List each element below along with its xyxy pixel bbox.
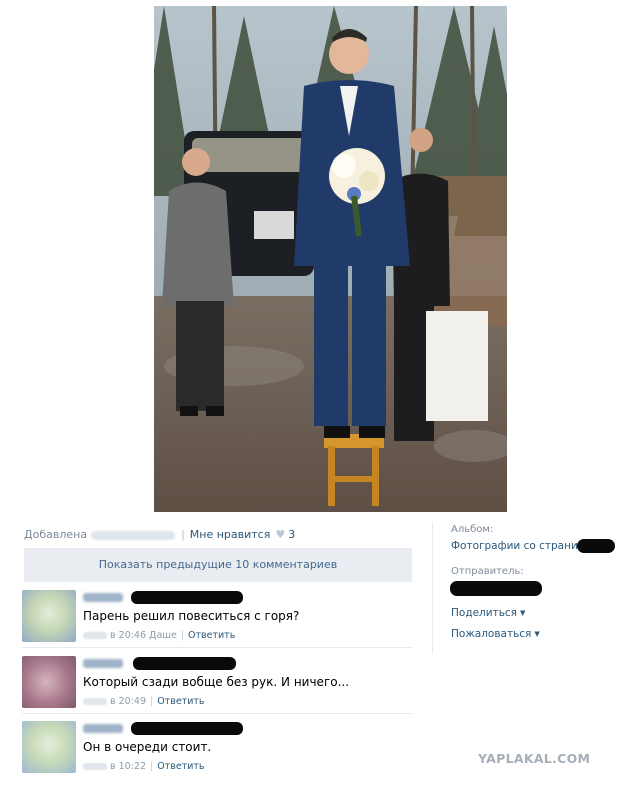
caret-down-icon[interactable]: ▼: [520, 609, 525, 617]
like-count[interactable]: 3: [288, 528, 295, 541]
comment-divider: [22, 647, 412, 648]
comment-date-blurred: [83, 763, 107, 770]
author-name-blurred[interactable]: [83, 659, 123, 668]
meta-separator: |: [180, 630, 185, 641]
comment-time[interactable]: в 10:22: [110, 761, 146, 772]
comment-time[interactable]: в 20:46: [110, 630, 146, 641]
sender-redacted: [450, 581, 542, 596]
column-divider: [432, 522, 433, 654]
reply-button[interactable]: Ответить: [157, 761, 204, 772]
comment-date-blurred: [83, 698, 107, 705]
reply-button[interactable]: Ответить: [157, 696, 204, 707]
author-surname-redacted: [131, 591, 243, 604]
comment-author[interactable]: [83, 591, 243, 604]
comment-meta: в 10:22 | Ответить: [83, 761, 205, 772]
divider: [22, 647, 412, 648]
added-date-blurred: [91, 530, 176, 540]
comment-meta: в 20:46 Даше | Ответить: [83, 630, 235, 641]
meta-separator: |: [181, 528, 185, 541]
comment-author[interactable]: [83, 657, 243, 670]
share-dropdown[interactable]: Поделиться ▼: [451, 607, 525, 619]
show-previous-comments-button[interactable]: Показать предыдущие 10 комментариев: [24, 548, 412, 582]
album-label: Альбом:: [451, 524, 494, 535]
share-label[interactable]: Поделиться: [451, 607, 517, 619]
post-meta-row: Добавлена | Мне нравится ♥ 3: [24, 528, 295, 542]
comment-reply-to[interactable]: Даше: [149, 630, 177, 641]
added-label: Добавлена: [24, 528, 88, 541]
caret-down-icon[interactable]: ▼: [534, 630, 539, 638]
author-surname-redacted: [133, 657, 236, 670]
author-name-blurred[interactable]: [83, 724, 123, 733]
comment-item: Он в очереди стоит. в 10:22 | Ответить: [22, 721, 412, 777]
sender-label: Отправитель:: [451, 566, 524, 577]
author-name-blurred[interactable]: [83, 593, 123, 602]
reply-button[interactable]: Ответить: [188, 630, 235, 641]
album-owner-redacted: [577, 539, 615, 553]
comment-date-blurred: [83, 632, 107, 639]
comment-text: Парень решил повеситься с горя?: [83, 609, 300, 623]
watermark: YAPLAKAL.COM: [478, 751, 591, 766]
comment-time[interactable]: в 20:49: [110, 696, 146, 707]
comment-divider: [22, 713, 412, 714]
comment-author[interactable]: [83, 722, 243, 735]
divider: [22, 713, 412, 714]
meta-separator: |: [150, 696, 154, 707]
comment-text: Он в очереди стоит.: [83, 740, 212, 754]
comment-item: Который сзади вобще без рук. И ничего...…: [22, 656, 412, 712]
photo-illustration: [154, 6, 507, 512]
avatar[interactable]: [22, 721, 76, 773]
report-dropdown[interactable]: Пожаловаться ▼: [451, 628, 540, 640]
avatar[interactable]: [22, 590, 76, 642]
meta-separator: |: [150, 761, 154, 772]
like-button[interactable]: Мне нравится: [190, 528, 271, 541]
comment-meta: в 20:49 | Ответить: [83, 696, 205, 707]
album-link[interactable]: Фотографии со страницы: [451, 540, 593, 552]
report-label[interactable]: Пожаловаться: [451, 628, 531, 640]
heart-icon[interactable]: ♥: [275, 528, 285, 541]
author-surname-redacted: [131, 722, 243, 735]
comment-text: Который сзади вобще без рук. И ничего...: [83, 675, 350, 689]
post-photo[interactable]: [154, 6, 507, 512]
avatar[interactable]: [22, 656, 76, 708]
comment-item: Парень решил повеситься с горя? в 20:46 …: [22, 590, 412, 646]
